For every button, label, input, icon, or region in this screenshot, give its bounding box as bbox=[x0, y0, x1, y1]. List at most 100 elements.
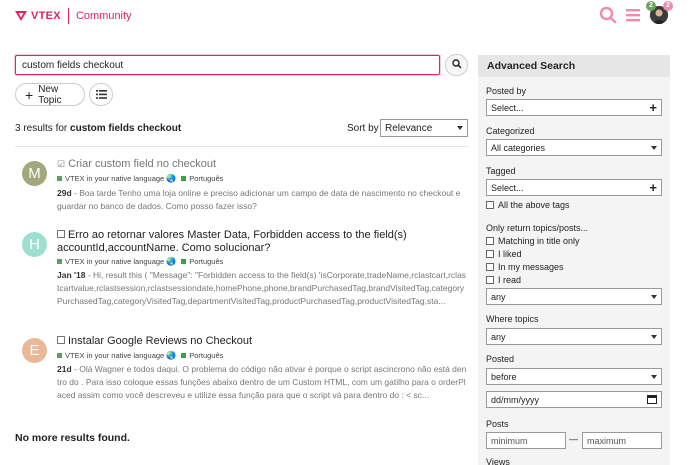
chevron-down-icon bbox=[457, 126, 463, 130]
advanced-search-panel: Advanced Search Posted by Select... + Ca… bbox=[478, 55, 670, 465]
posts-label: Posts bbox=[486, 419, 509, 429]
category-color-icon bbox=[57, 353, 62, 358]
in-my-messages-label: In my messages bbox=[498, 262, 564, 272]
new-topic-label: New Topic bbox=[38, 83, 62, 106]
community-label: Community bbox=[75, 10, 132, 22]
only-return-value: any bbox=[491, 291, 506, 302]
result-age: 29d bbox=[57, 188, 72, 198]
checkbox-icon bbox=[486, 263, 494, 271]
i-read-label: I read bbox=[498, 275, 522, 285]
new-topic-button[interactable]: + New Topic bbox=[15, 83, 85, 106]
plus-icon: + bbox=[25, 86, 34, 103]
result-title-row: Erro ao retornar valores Master Data, Fo… bbox=[57, 229, 467, 255]
results-count-text: 3 results for bbox=[15, 123, 68, 134]
range-dash: — bbox=[569, 434, 578, 444]
sort-select[interactable]: Relevance bbox=[380, 119, 468, 137]
checkbox-icon bbox=[486, 201, 494, 209]
posted-label: Posted bbox=[486, 354, 515, 364]
posts-minimum-input[interactable]: minimum bbox=[486, 432, 566, 449]
in-my-messages-checkbox[interactable]: In my messages bbox=[486, 262, 564, 272]
result-excerpt-text: - Olá Wagner e todos daqui. O problema d… bbox=[57, 364, 467, 400]
results-divider bbox=[15, 146, 468, 147]
chevron-down-icon bbox=[651, 334, 657, 339]
posts-maximum-input[interactable]: maximum bbox=[582, 432, 662, 449]
i-liked-checkbox[interactable]: I liked bbox=[486, 249, 522, 259]
site-header: VTEX Community 2 2 bbox=[0, 0, 690, 32]
sort-label: Sort by bbox=[347, 123, 379, 134]
i-read-checkbox[interactable]: I read bbox=[486, 275, 521, 285]
message-badge[interactable]: 2 bbox=[663, 1, 673, 11]
posted-select[interactable]: before bbox=[486, 368, 662, 385]
only-return-label: Only return topics/posts... bbox=[486, 223, 589, 233]
result-excerpt-text: - Boa tarde Tenho uma loja online e prec… bbox=[57, 188, 461, 211]
chevron-down-icon bbox=[651, 145, 657, 150]
site-logo[interactable]: VTEX Community bbox=[14, 8, 132, 24]
results-query: custom fields checkout bbox=[70, 123, 182, 134]
advanced-search-title: Advanced Search bbox=[478, 55, 670, 77]
search-input[interactable] bbox=[15, 55, 440, 75]
vtex-logo-icon bbox=[14, 10, 28, 22]
search-button[interactable] bbox=[445, 54, 468, 76]
posted-by-label: Posted by bbox=[486, 86, 527, 96]
posted-by-select[interactable]: Select... + bbox=[486, 99, 662, 116]
tag-color-icon bbox=[181, 176, 187, 181]
calendar-icon[interactable] bbox=[647, 394, 657, 406]
result-excerpt[interactable]: 21d - Olá Wagner e todos daqui. O proble… bbox=[57, 363, 467, 402]
checkbox-icon bbox=[486, 276, 494, 284]
notification-badge[interactable]: 2 bbox=[646, 1, 656, 11]
result-category[interactable]: VTEX in your native language bbox=[65, 351, 164, 360]
result-category[interactable]: VTEX in your native language bbox=[65, 257, 164, 266]
result-tag[interactable]: Português bbox=[189, 257, 223, 266]
result-tag[interactable]: Português bbox=[189, 174, 223, 183]
only-return-select[interactable]: any bbox=[486, 288, 662, 305]
date-placeholder: dd/mm/yyyy bbox=[491, 394, 540, 405]
matching-title-checkbox[interactable]: Matching in title only bbox=[486, 236, 580, 246]
posted-by-value: Select... bbox=[491, 102, 524, 113]
result-age: 21d bbox=[57, 364, 72, 374]
result-title[interactable]: Criar custom field no checkout bbox=[68, 158, 216, 170]
result-title[interactable]: Erro ao retornar valores Master Data, Fo… bbox=[57, 229, 407, 254]
result-excerpt[interactable]: Jan '18 - Hi, result this ( "Message": "… bbox=[57, 269, 467, 308]
search-icon bbox=[451, 58, 462, 72]
result-category[interactable]: VTEX in your native language bbox=[65, 174, 164, 183]
posted-value: before bbox=[491, 371, 517, 382]
hamburger-menu-icon[interactable] bbox=[626, 8, 640, 22]
date-input[interactable]: dd/mm/yyyy bbox=[486, 391, 662, 408]
result-title-row: ☑ Criar custom field no checkout bbox=[57, 158, 467, 171]
checkbox-icon bbox=[57, 230, 65, 238]
all-tags-label: All the above tags bbox=[498, 200, 570, 210]
chevron-down-icon bbox=[651, 294, 657, 299]
no-more-results: No more results found. bbox=[15, 432, 130, 444]
sort-value: Relevance bbox=[385, 122, 433, 134]
result-age: Jan '18 bbox=[57, 270, 86, 280]
globe-icon: 🌏 bbox=[166, 257, 177, 266]
result-excerpt[interactable]: 29d - Boa tarde Tenho uma loja online e … bbox=[57, 187, 467, 213]
result-meta: VTEX in your native language 🌏 Português bbox=[57, 257, 223, 266]
views-label: Views bbox=[486, 457, 510, 465]
results-summary: 3 results for custom fields checkout bbox=[15, 123, 181, 134]
tagged-label: Tagged bbox=[486, 166, 516, 176]
result-avatar[interactable]: H bbox=[22, 232, 47, 257]
where-topics-select[interactable]: any bbox=[486, 328, 662, 345]
plus-icon: + bbox=[649, 179, 657, 195]
result-avatar[interactable]: E bbox=[22, 338, 47, 363]
result-avatar[interactable]: M bbox=[22, 161, 47, 186]
all-tags-checkbox[interactable]: All the above tags bbox=[486, 200, 570, 210]
category-value: All categories bbox=[491, 142, 546, 153]
where-topics-value: any bbox=[491, 331, 506, 342]
tag-color-icon bbox=[181, 259, 187, 264]
category-select[interactable]: All categories bbox=[486, 139, 662, 156]
bulk-select-button[interactable] bbox=[89, 83, 113, 106]
checkbox-icon bbox=[486, 237, 494, 245]
header-search-icon[interactable] bbox=[599, 6, 617, 24]
result-meta: VTEX in your native language 🌏 Português bbox=[57, 351, 223, 360]
checkbox-icon bbox=[57, 336, 65, 344]
result-tag[interactable]: Português bbox=[189, 351, 223, 360]
category-color-icon bbox=[57, 259, 62, 264]
tags-select[interactable]: Select... + bbox=[486, 179, 662, 196]
i-liked-label: I liked bbox=[498, 249, 522, 259]
result-title[interactable]: Instalar Google Reviews no Checkout bbox=[68, 335, 252, 347]
category-color-icon bbox=[57, 176, 62, 181]
globe-icon: 🌏 bbox=[166, 174, 177, 183]
matching-title-label: Matching in title only bbox=[498, 236, 580, 246]
